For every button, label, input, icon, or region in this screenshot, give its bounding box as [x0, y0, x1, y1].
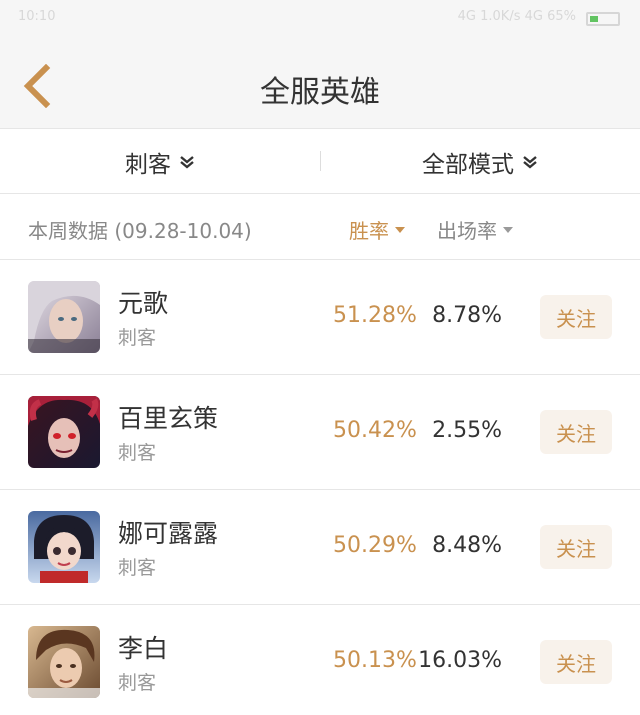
status-bar: 10:10 4G 1.0K/s 4G 65% [0, 0, 640, 36]
hero-pickrate: 8.78% [432, 303, 502, 328]
follow-button[interactable]: 关注 [540, 525, 612, 569]
hero-pickrate: 2.55% [432, 418, 502, 443]
hero-winrate: 51.28% [333, 303, 417, 328]
hero-role: 刺客 [118, 557, 157, 579]
chevron-down-icon [180, 155, 194, 169]
hero-row[interactable]: 李白 刺客 50.13% 16.03% 关注 [0, 605, 640, 715]
hero-pickrate: 8.48% [432, 533, 502, 558]
hero-avatar [28, 511, 100, 583]
follow-button[interactable]: 关注 [540, 410, 612, 454]
hero-avatar [28, 626, 100, 698]
hero-winrate: 50.29% [333, 533, 417, 558]
chevron-down-icon [523, 155, 537, 169]
hero-winrate: 50.42% [333, 418, 417, 443]
hero-row[interactable]: 娜可露露 刺客 50.29% 8.48% 关注 [0, 490, 640, 605]
follow-button[interactable]: 关注 [540, 295, 612, 339]
hero-name: 李白 [118, 634, 169, 663]
follow-button[interactable]: 关注 [540, 640, 612, 684]
page-title: 全服英雄 [260, 75, 380, 110]
hero-pickrate: 16.03% [418, 648, 502, 673]
sort-winrate-label: 胜率 [349, 219, 389, 243]
hero-avatar [28, 396, 100, 468]
role-filter-label: 刺客 [125, 151, 171, 178]
sort-pickrate-label: 出场率 [437, 219, 497, 243]
filter-bar: 刺客 全部模式 [0, 129, 640, 194]
hero-avatar [28, 281, 100, 353]
hero-winrate: 50.13% [333, 648, 417, 673]
sort-down-icon [395, 226, 405, 233]
sort-pickrate[interactable]: 出场率 [437, 215, 513, 244]
hero-name: 百里玄策 [118, 404, 219, 433]
hero-name: 娜可露露 [118, 519, 219, 548]
hero-row[interactable]: 百里玄策 刺客 50.42% 2.55% 关注 [0, 375, 640, 490]
sort-winrate[interactable]: 胜率 [349, 215, 405, 244]
week-range-label: 本周数据 (09.28-10.04) [28, 219, 252, 243]
mode-filter[interactable]: 全部模式 [320, 129, 640, 194]
hero-row[interactable]: 元歌 刺客 51.28% 8.78% 关注 [0, 260, 640, 375]
hero-role: 刺客 [118, 672, 157, 694]
mode-filter-label: 全部模式 [422, 151, 514, 178]
hero-role: 刺客 [118, 442, 157, 464]
sort-down-icon [503, 226, 513, 233]
nav-bar: 全服英雄 [0, 36, 640, 129]
battery-icon [586, 12, 620, 26]
hero-role: 刺客 [118, 327, 157, 349]
role-filter[interactable]: 刺客 [0, 129, 320, 194]
status-indicators: 4G 1.0K/s 4G 65% [457, 9, 576, 24]
table-header: 本周数据 (09.28-10.04) 胜率 出场率 [0, 194, 640, 260]
hero-name: 元歌 [118, 289, 169, 318]
status-time: 10:10 [18, 9, 56, 24]
